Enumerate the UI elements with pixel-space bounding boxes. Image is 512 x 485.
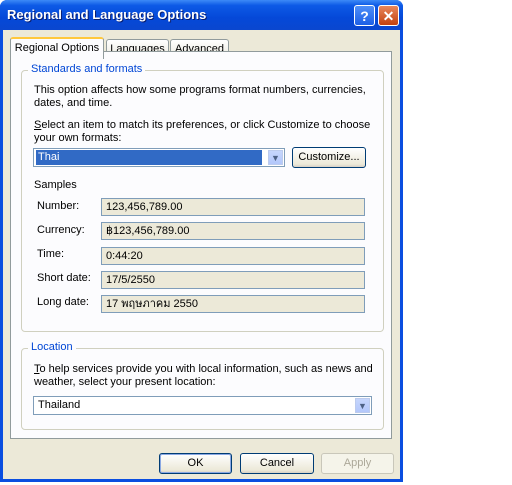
customize-button[interactable]: Customize... — [292, 147, 366, 168]
tab-label: Regional Options — [14, 42, 100, 54]
standards-group: Standards and formats This option affect… — [21, 63, 384, 332]
format-select[interactable]: Thai ▼ — [33, 148, 285, 167]
standards-instruction: Select an item to match its preferences,… — [34, 119, 379, 145]
help-icon[interactable]: ? — [354, 5, 375, 26]
apply-button: Apply — [321, 453, 394, 474]
location-instruction: To help services provide you with local … — [34, 363, 379, 389]
sample-value-long-date: 17 พฤษภาคม 2550 — [101, 295, 365, 313]
instruction-text: o help services provide you with local i… — [34, 363, 373, 388]
title-bar[interactable]: Regional and Language Options ? ✕ — [0, 0, 403, 30]
sample-value-time: 0:44:20 — [101, 247, 365, 265]
dialog-body: Regional Options Languages Advanced Stan… — [3, 30, 400, 479]
standards-group-title: Standards and formats — [28, 63, 146, 75]
tab-regional-options[interactable]: Regional Options — [10, 37, 104, 59]
sample-value-currency: ฿123,456,789.00 — [101, 222, 365, 240]
samples-heading: Samples — [34, 179, 77, 191]
regional-options-panel: Standards and formats This option affect… — [10, 51, 392, 439]
instruction-text: elect an item to match its preferences, … — [34, 119, 371, 144]
ok-button[interactable]: OK — [159, 453, 232, 474]
sample-label-time: Time: — [37, 248, 65, 260]
chevron-down-icon[interactable]: ▼ — [268, 150, 283, 165]
location-group-title: Location — [28, 341, 76, 353]
location-select[interactable]: Thailand ▼ — [33, 396, 372, 415]
dialog-window: Regional and Language Options ? ✕ Region… — [0, 0, 403, 482]
close-icon[interactable]: ✕ — [378, 5, 399, 26]
location-value: Thailand — [38, 399, 81, 411]
chevron-down-icon[interactable]: ▼ — [355, 398, 370, 413]
window-title: Regional and Language Options — [7, 7, 207, 22]
sample-value-number: 123,456,789.00 — [101, 198, 365, 216]
sample-label-short-date: Short date: — [37, 272, 91, 284]
sample-label-long-date: Long date: — [37, 296, 89, 308]
standards-description: This option affects how some programs fo… — [34, 84, 366, 109]
sample-value-short-date: 17/5/2550 — [101, 271, 365, 289]
format-value: Thai — [36, 150, 262, 165]
sample-label-currency: Currency: — [37, 224, 85, 236]
sample-label-number: Number: — [37, 200, 80, 212]
cancel-button[interactable]: Cancel — [240, 453, 314, 474]
location-group: Location To help services provide you wi… — [21, 341, 384, 430]
